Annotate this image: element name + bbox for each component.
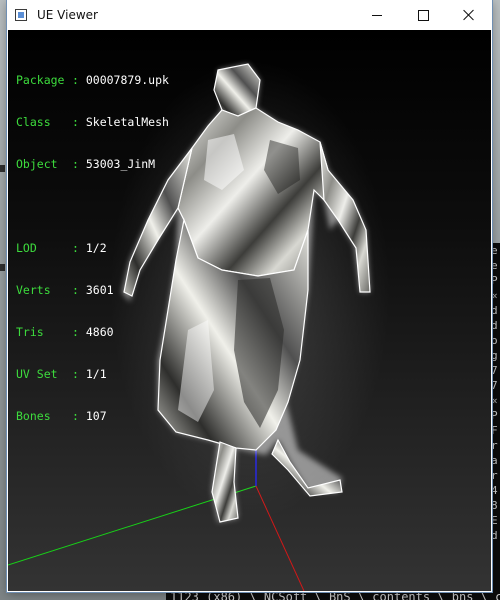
close-button[interactable]: [446, 0, 492, 30]
title-bar[interactable]: UE Viewer: [7, 0, 492, 30]
info-label: Object: [16, 157, 58, 171]
app-window-icon[interactable]: [15, 9, 27, 21]
info-label: Verts: [16, 283, 51, 297]
info-value: 4860: [85, 325, 114, 339]
close-icon: [463, 9, 475, 21]
info-label: LOD: [16, 241, 37, 255]
window-title: UE Viewer: [37, 8, 98, 22]
info-spacer: [16, 199, 169, 213]
minimize-button[interactable]: [354, 0, 400, 30]
info-row-tris: Tris: 4860: [16, 325, 114, 339]
info-value: 00007879.upk: [85, 73, 169, 87]
desktop-edge-marker: [0, 165, 5, 172]
info-row-lod: LOD: 1/2: [16, 241, 107, 255]
maximize-icon: [417, 9, 429, 21]
hood: [213, 63, 261, 117]
info-label: UV Set: [16, 367, 58, 381]
info-row-class: Class: SkeletalMesh: [16, 115, 169, 129]
info-value: 107: [85, 409, 107, 423]
info-value: SkeletalMesh: [85, 115, 169, 129]
app-window-icon-inner: [18, 12, 24, 18]
info-label: Tris: [16, 325, 44, 339]
3d-viewport[interactable]: Package: 00007879.upk Class: SkeletalMes…: [8, 30, 491, 591]
info-value: 53003_JinM: [85, 157, 156, 171]
info-label: Bones: [16, 409, 51, 423]
ue-viewer-window[interactable]: UE Viewer Package: 00007879.upk Class:…: [7, 0, 492, 592]
info-row-object: Object: 53003_JinM: [16, 157, 156, 171]
info-label: Package: [16, 73, 65, 87]
mesh-info-overlay: Package: 00007879.upk Class: SkeletalMes…: [16, 45, 169, 451]
info-row-uv-set: UV Set: 1/1: [16, 367, 107, 381]
minimize-icon: [372, 14, 382, 16]
info-value: 1/1: [85, 367, 107, 381]
desktop-edge-marker: [0, 264, 5, 271]
info-label: Class: [16, 115, 51, 129]
maximize-button[interactable]: [400, 0, 446, 30]
info-value: 1/2: [85, 241, 107, 255]
info-row-verts: Verts: 3601: [16, 283, 114, 297]
info-value: 3601: [85, 283, 114, 297]
info-row-package: Package: 00007879.upk: [16, 73, 169, 87]
info-row-bones: Bones: 107: [16, 409, 107, 423]
